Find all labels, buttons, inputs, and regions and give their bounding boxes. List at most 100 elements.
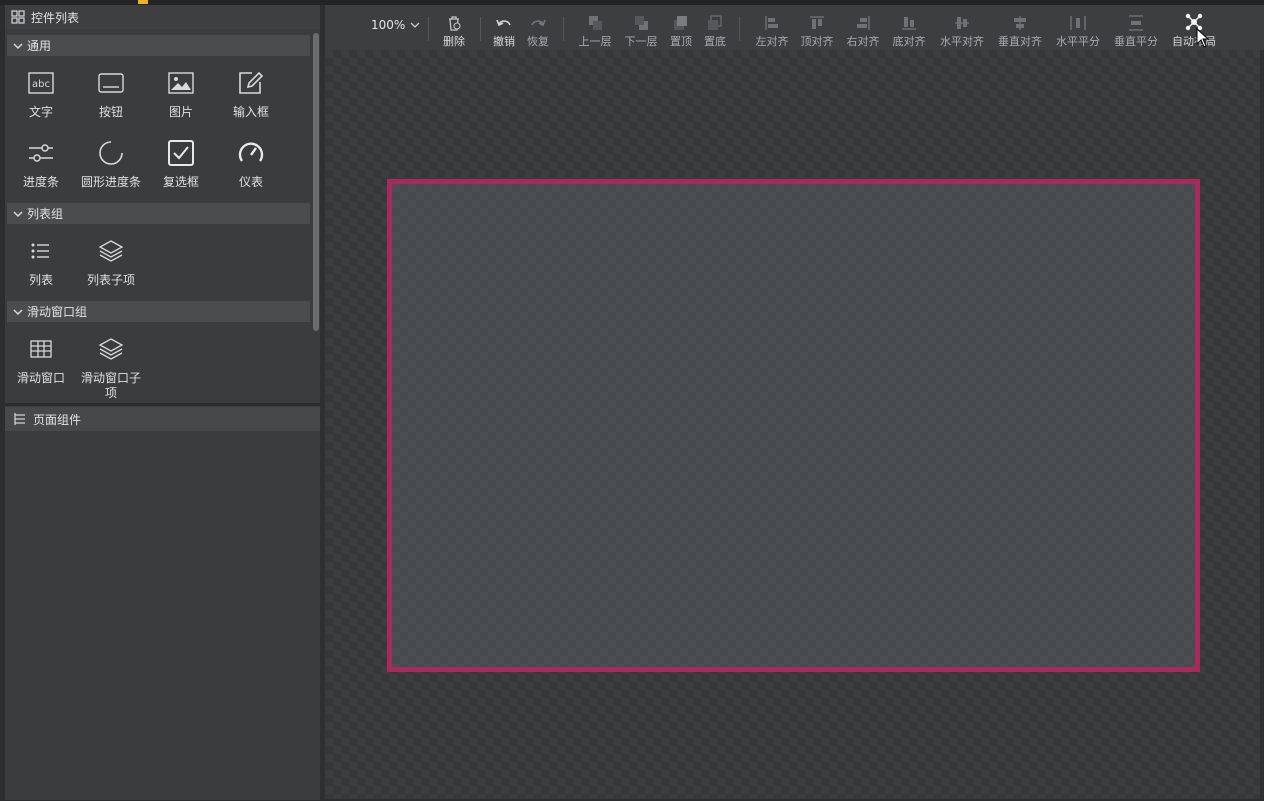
svg-text:abc: abc <box>32 79 50 90</box>
distribute-h-icon <box>1053 9 1103 31</box>
align-left-icon <box>752 9 792 31</box>
components-title: 页面组件 <box>33 412 82 427</box>
widget-label: 仪表 <box>238 175 263 189</box>
align-vertical-button[interactable]: 垂直对齐 <box>995 9 1045 49</box>
widget-label: 图片 <box>168 105 193 119</box>
image-icon <box>146 67 216 99</box>
group-list-header[interactable]: 列表组 <box>7 203 310 224</box>
widget-list-item[interactable]: 列表子项 <box>76 235 146 297</box>
widget-label: 复选框 <box>162 175 199 189</box>
edit-icon <box>216 67 286 99</box>
trash-icon <box>437 9 471 31</box>
widget-image[interactable]: 图片 <box>146 67 216 129</box>
widget-panel-scrollbar[interactable] <box>312 31 320 405</box>
align-v-center-icon <box>995 9 1045 31</box>
group-label: 通用 <box>27 39 52 53</box>
redo-button[interactable]: 恢复 <box>521 9 555 49</box>
widget-label: 滑动窗口 <box>16 371 65 385</box>
tree-icon <box>13 412 27 426</box>
align-vertical-label: 垂直对齐 <box>998 35 1042 48</box>
toolbar-separator <box>739 17 740 41</box>
widget-label: 圆形进度条 <box>80 175 141 189</box>
group-general-header[interactable]: 通用 <box>7 35 310 56</box>
components-header: 页面组件 <box>5 407 320 431</box>
undo-button[interactable]: 撤销 <box>487 9 521 49</box>
widget-scroll-window[interactable]: 滑动窗口 <box>6 333 76 395</box>
align-left-label: 左对齐 <box>755 35 789 48</box>
widget-progress[interactable]: 进度条 <box>6 137 76 199</box>
panel-divider[interactable] <box>5 403 320 406</box>
widget-gauge[interactable]: 仪表 <box>216 137 286 199</box>
widget-panel-title: 控件列表 <box>31 10 80 25</box>
widget-text[interactable]: abc 文字 <box>6 67 76 129</box>
button-icon <box>76 67 146 99</box>
scrollbar-thumb[interactable] <box>313 33 319 331</box>
chevron-down-icon <box>11 207 25 221</box>
align-bottom-label: 底对齐 <box>892 35 926 48</box>
group-label: 滑动窗口组 <box>27 305 88 319</box>
bring-to-top-label: 置顶 <box>670 35 692 48</box>
widget-input[interactable]: 输入框 <box>216 67 286 129</box>
chevron-down-icon <box>409 19 421 31</box>
widget-list[interactable]: 列表 <box>6 235 76 297</box>
align-left-button[interactable]: 左对齐 <box>752 9 792 49</box>
canvas-scrollbar[interactable] <box>1260 50 1264 799</box>
distribute-horizontal-button[interactable]: 水平平分 <box>1053 9 1103 49</box>
align-top-icon <box>797 9 837 31</box>
mouse-cursor-icon <box>1196 27 1210 51</box>
zoom-value: 100% <box>371 18 406 32</box>
page-frame[interactable] <box>387 179 1200 672</box>
undo-label: 撤销 <box>493 35 515 48</box>
distribute-vertical-button[interactable]: 垂直平分 <box>1111 9 1161 49</box>
align-h-center-icon <box>937 9 987 31</box>
text-abc-icon: abc <box>6 67 76 99</box>
table-icon <box>6 333 76 365</box>
chevron-down-icon <box>11 39 25 53</box>
chevron-down-icon <box>11 305 25 319</box>
widget-label: 列表子项 <box>86 273 135 287</box>
widget-button[interactable]: 按钮 <box>76 67 146 129</box>
align-right-icon <box>843 9 883 31</box>
zoom-select[interactable]: 100% <box>371 18 421 32</box>
send-back-icon <box>698 9 732 31</box>
bring-to-top-button[interactable]: 置顶 <box>664 9 698 49</box>
widget-circular-progress[interactable]: 圆形进度条 <box>76 137 146 199</box>
redo-icon <box>521 9 555 31</box>
delete-button[interactable]: 删除 <box>437 9 471 49</box>
align-bottom-icon <box>889 9 929 31</box>
move-up-label: 上一层 <box>578 35 612 48</box>
toolbar-separator <box>428 17 429 41</box>
align-bottom-button[interactable]: 底对齐 <box>889 9 929 49</box>
layer-down-icon <box>621 9 661 31</box>
toolbar-separator <box>480 17 481 41</box>
align-right-label: 右对齐 <box>846 35 880 48</box>
distribute-v-icon <box>1111 9 1161 31</box>
checkbox-icon <box>146 137 216 169</box>
toolbar: 100% 删除 撤销 恢复 上一层 下一层 置顶 置底 左对齐 顶对齐 右对齐 … <box>325 5 1264 50</box>
widget-scroll-window-item[interactable]: 滑动窗口子项 <box>76 333 146 400</box>
design-canvas[interactable] <box>325 50 1260 799</box>
widget-panel-header: 控件列表 <box>5 5 320 29</box>
move-down-button[interactable]: 下一层 <box>621 9 661 49</box>
align-horizontal-button[interactable]: 水平对齐 <box>937 9 987 49</box>
auto-layout-button[interactable]: 自动布局 <box>1169 9 1219 49</box>
circle-progress-icon <box>76 137 146 169</box>
move-up-button[interactable]: 上一层 <box>575 9 615 49</box>
auto-layout-icon <box>1169 9 1219 31</box>
send-to-bottom-button[interactable]: 置底 <box>698 9 732 49</box>
align-top-button[interactable]: 顶对齐 <box>797 9 837 49</box>
slider-icon <box>6 137 76 169</box>
align-right-button[interactable]: 右对齐 <box>843 9 883 49</box>
group-scroll-header[interactable]: 滑动窗口组 <box>7 301 310 322</box>
widget-checkbox[interactable]: 复选框 <box>146 137 216 199</box>
align-horizontal-label: 水平对齐 <box>940 35 984 48</box>
send-to-bottom-label: 置底 <box>704 35 726 48</box>
move-down-label: 下一层 <box>624 35 658 48</box>
widget-label: 列表 <box>28 273 53 287</box>
redo-label: 恢复 <box>527 35 549 48</box>
list-icon <box>6 235 76 267</box>
grid-icon <box>11 10 25 24</box>
widget-label: 滑动窗口子项 <box>80 371 141 400</box>
distribute-vertical-label: 垂直平分 <box>1114 35 1158 48</box>
widget-label: 进度条 <box>22 175 59 189</box>
